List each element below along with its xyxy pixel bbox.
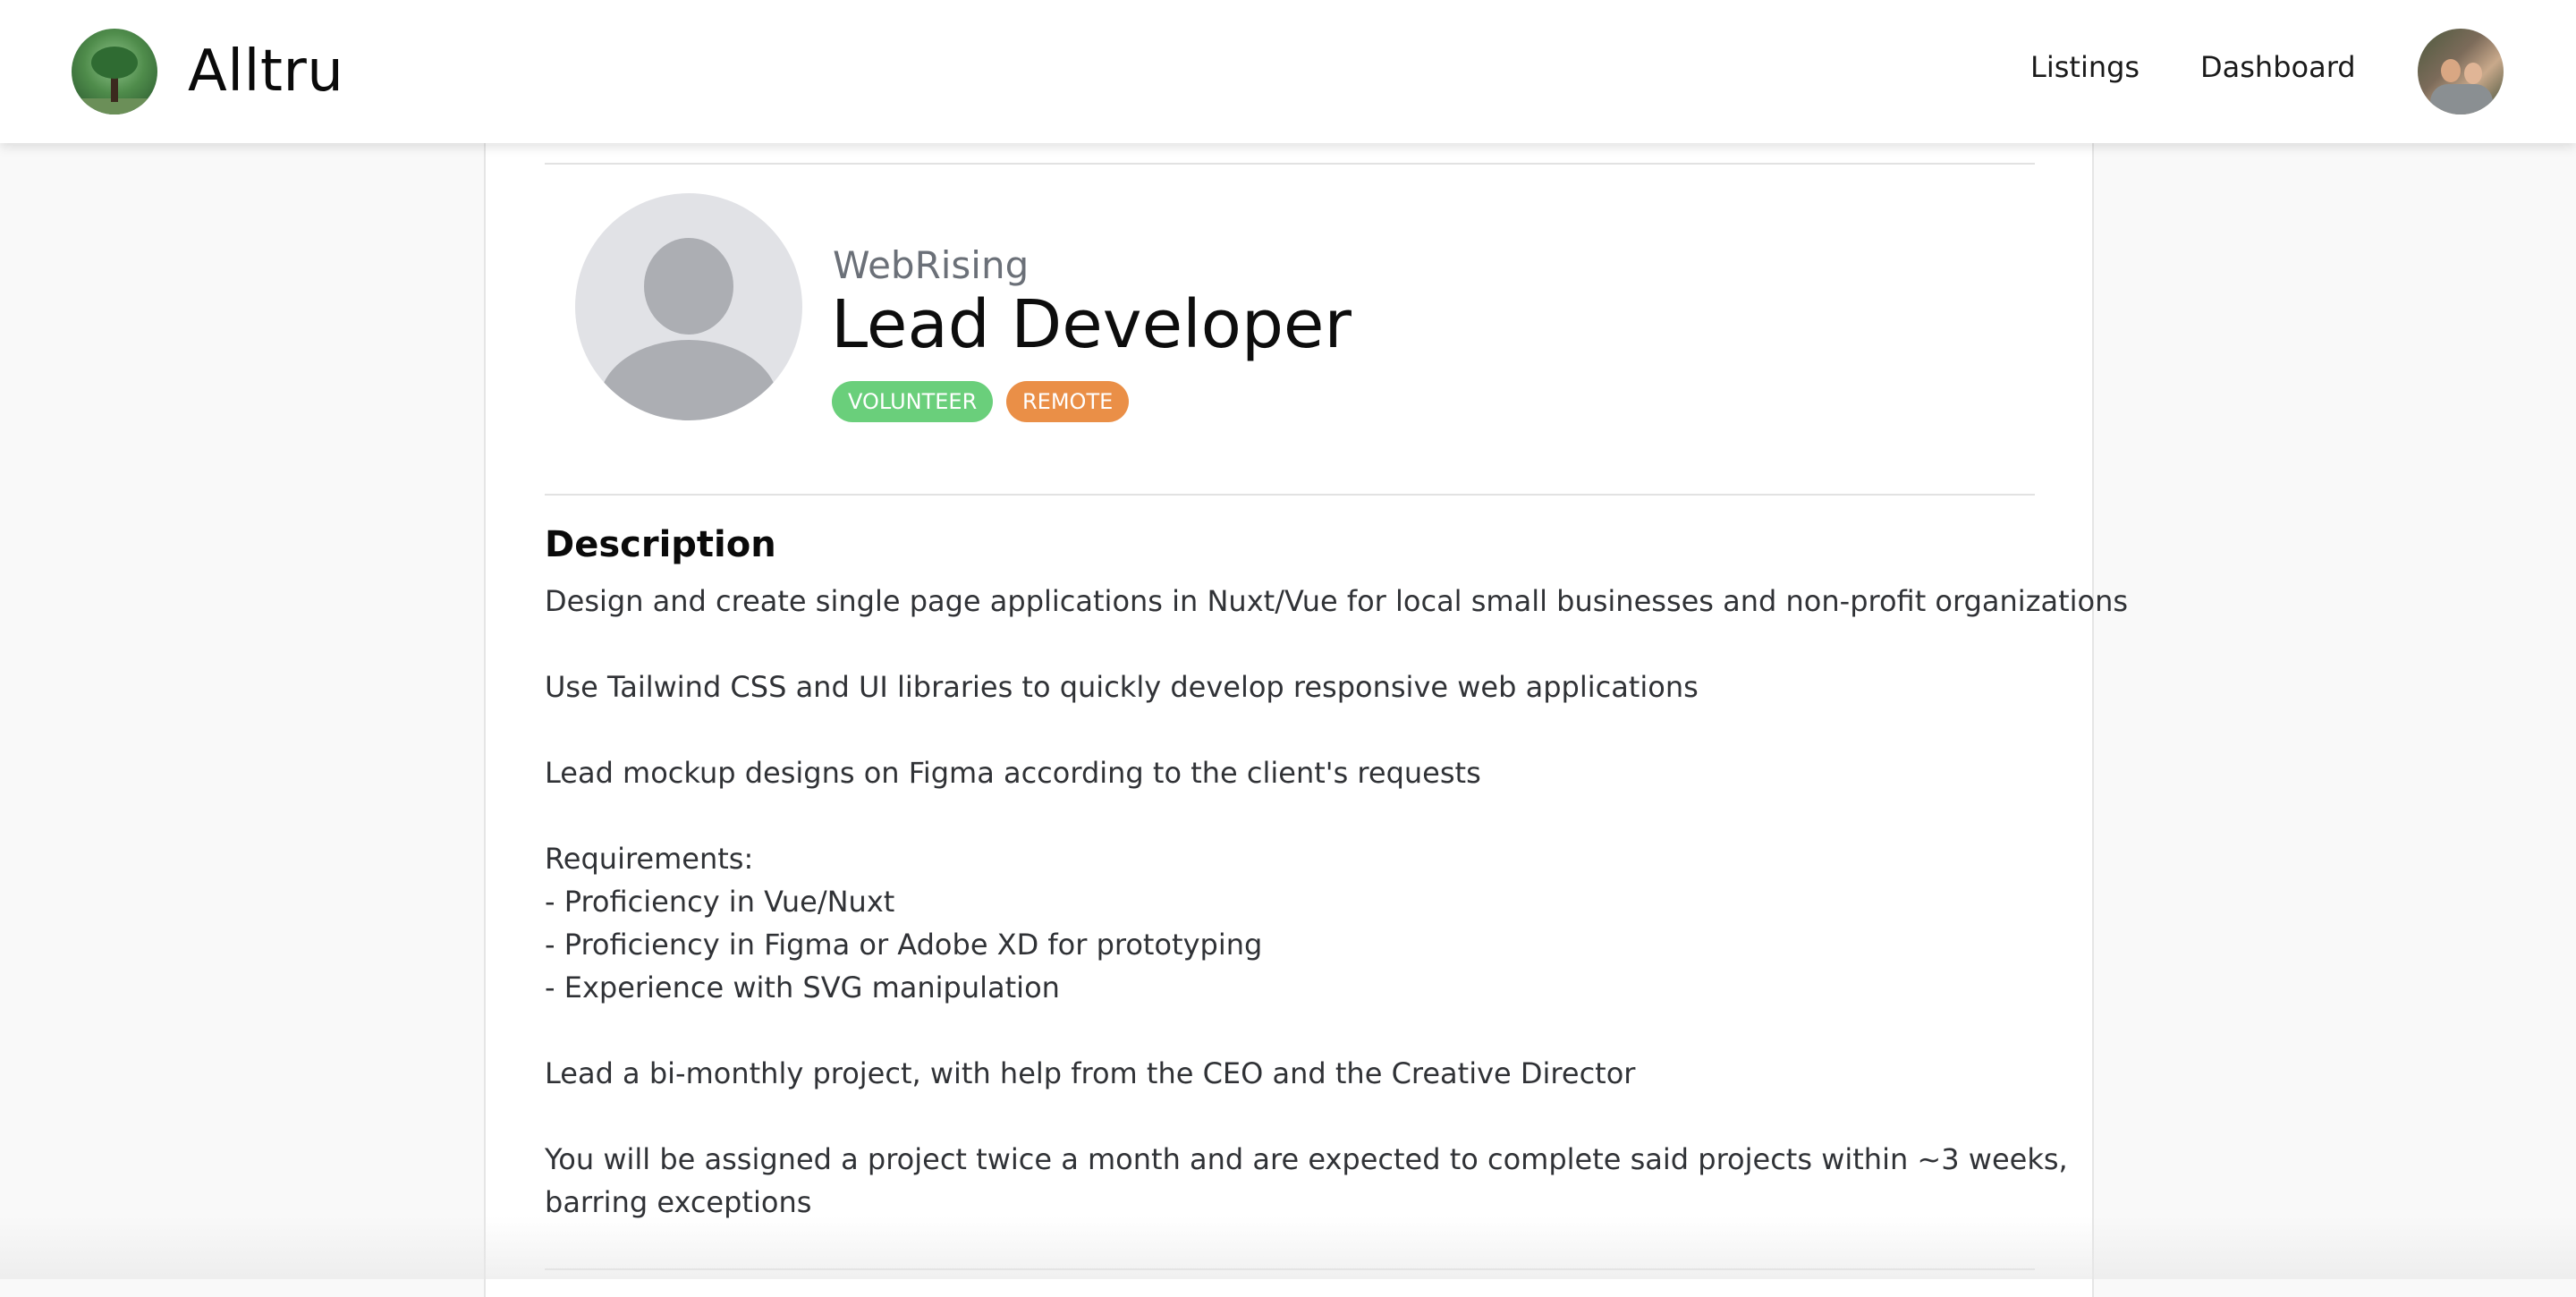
top-navbar: Alltru Listings Dashboard xyxy=(0,0,2576,143)
avatar-photo-face xyxy=(2464,63,2482,84)
description-line: Lead mockup designs on Figma according t… xyxy=(545,756,1481,790)
listing-card: WebRising Lead Developer VOLUNTEER REMOT… xyxy=(484,143,2129,1297)
bottom-scroll-fade xyxy=(0,1216,2576,1279)
divider xyxy=(545,494,2035,496)
brand-name: Alltru xyxy=(188,38,344,105)
description-line: - Experience with SVG manipulation xyxy=(545,971,1060,1005)
volunteer-badge: VOLUNTEER xyxy=(832,381,994,422)
description-line xyxy=(545,1009,2047,1052)
brand-home-link[interactable]: Alltru xyxy=(72,29,343,114)
description-line xyxy=(545,623,2047,665)
remote-badge: REMOTE xyxy=(1006,381,1130,422)
description-line: Design and create single page applicatio… xyxy=(545,584,2129,618)
avatar-photo-face xyxy=(2441,59,2461,82)
user-avatar[interactable] xyxy=(2418,29,2504,114)
description-line: - Proficiency in Figma or Adobe XD for p… xyxy=(545,928,1263,962)
description-line: You will be assigned a project twice a m… xyxy=(545,1142,2068,1176)
placeholder-body xyxy=(599,340,778,420)
description-line: Lead a bi-monthly project, with help fro… xyxy=(545,1056,1636,1090)
description-line: - Proficiency in Vue/Nuxt xyxy=(545,885,895,919)
listing-title: Lead Developer xyxy=(831,286,1352,363)
description-line: Requirements: xyxy=(545,842,754,876)
nav-listings-link[interactable]: Listings xyxy=(2030,50,2140,84)
placeholder-person-icon xyxy=(575,193,802,420)
avatar-photo-body xyxy=(2430,84,2493,114)
organization-name: WebRising xyxy=(833,243,1030,287)
tree-logo-icon xyxy=(72,29,157,114)
description-line xyxy=(545,708,2047,751)
placeholder-head xyxy=(644,238,733,335)
logo-canopy xyxy=(91,47,138,79)
description-line xyxy=(545,1095,2047,1138)
description-heading: Description xyxy=(545,524,776,565)
description-line xyxy=(545,794,2047,837)
divider xyxy=(545,163,2035,165)
nav-dashboard-link[interactable]: Dashboard xyxy=(2200,50,2356,84)
description-body: Design and create single page applicatio… xyxy=(545,580,2129,1224)
description-line: Use Tailwind CSS and UI libraries to qui… xyxy=(545,670,1699,704)
